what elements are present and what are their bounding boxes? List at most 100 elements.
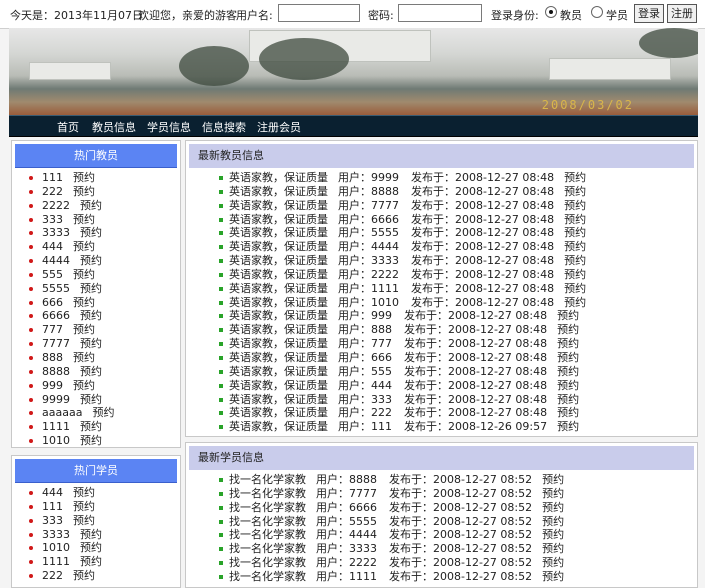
post-title-link[interactable]: 英语家教，保证质量 xyxy=(229,185,328,198)
book-link[interactable]: 预约 xyxy=(564,226,586,239)
book-link[interactable]: 预约 xyxy=(80,420,102,433)
post-title-link[interactable]: 英语家教，保证质量 xyxy=(229,199,328,212)
post-title-link[interactable]: 英语家教，保证质量 xyxy=(229,296,328,309)
book-link[interactable]: 预约 xyxy=(73,171,95,184)
post-title-link[interactable]: 英语家教，保证质量 xyxy=(229,337,328,350)
post-title-link[interactable]: 英语家教，保证质量 xyxy=(229,379,328,392)
post-title-link[interactable]: 英语家教，保证质量 xyxy=(229,323,328,336)
nav-register[interactable]: 注册会员 xyxy=(257,119,301,135)
book-link[interactable]: 预约 xyxy=(73,569,95,582)
book-link[interactable]: 预约 xyxy=(73,213,95,226)
book-link[interactable]: 预约 xyxy=(564,213,586,226)
book-link[interactable]: 预约 xyxy=(80,282,102,295)
nav-teacher-info[interactable]: 教员信息 xyxy=(92,119,136,135)
book-link[interactable]: 预约 xyxy=(73,486,95,499)
hot-teacher-name[interactable]: 3333 xyxy=(42,226,70,239)
hot-teacher-name[interactable]: 888 xyxy=(42,351,63,364)
nav-search[interactable]: 信息搜索 xyxy=(202,119,246,135)
hot-teacher-name[interactable]: 5555 xyxy=(42,282,70,295)
book-link[interactable]: 预约 xyxy=(542,501,564,514)
book-link[interactable]: 预约 xyxy=(564,240,586,253)
post-title-link[interactable]: 找一名化学家教 xyxy=(229,542,306,555)
role-student-radio[interactable] xyxy=(591,6,603,18)
book-link[interactable]: 预约 xyxy=(73,351,95,364)
book-link[interactable]: 预约 xyxy=(557,420,579,433)
hot-student-name[interactable]: 444 xyxy=(42,486,63,499)
book-link[interactable]: 预约 xyxy=(73,379,95,392)
book-link[interactable]: 预约 xyxy=(80,365,102,378)
password-input[interactable] xyxy=(398,4,482,22)
book-link[interactable]: 预约 xyxy=(542,528,564,541)
post-title-link[interactable]: 找一名化学家教 xyxy=(229,570,306,583)
post-title-link[interactable]: 英语家教，保证质量 xyxy=(229,309,328,322)
book-link[interactable]: 预约 xyxy=(80,528,102,541)
book-link[interactable]: 预约 xyxy=(80,541,102,554)
hot-teacher-name[interactable]: 4444 xyxy=(42,254,70,267)
book-link[interactable]: 预约 xyxy=(80,254,102,267)
hot-teacher-name[interactable]: 111 xyxy=(42,171,63,184)
book-link[interactable]: 预约 xyxy=(542,473,564,486)
book-link[interactable]: 预约 xyxy=(80,226,102,239)
post-title-link[interactable]: 找一名化学家教 xyxy=(229,473,306,486)
book-link[interactable]: 预约 xyxy=(80,309,102,322)
book-link[interactable]: 预约 xyxy=(564,171,586,184)
post-title-link[interactable]: 英语家教，保证质量 xyxy=(229,240,328,253)
hot-teacher-name[interactable]: 2222 xyxy=(42,199,70,212)
register-button[interactable]: 注册 xyxy=(667,4,697,23)
book-link[interactable]: 预约 xyxy=(80,337,102,350)
book-link[interactable]: 预约 xyxy=(542,570,564,583)
hot-student-name[interactable]: 111 xyxy=(42,500,63,513)
book-link[interactable]: 预约 xyxy=(80,199,102,212)
post-title-link[interactable]: 英语家教，保证质量 xyxy=(229,406,328,419)
hot-student-name[interactable]: 1111 xyxy=(42,555,70,568)
book-link[interactable]: 预约 xyxy=(557,365,579,378)
nav-home[interactable]: 首页 xyxy=(57,119,79,135)
hot-teacher-name[interactable]: 6666 xyxy=(42,309,70,322)
post-title-link[interactable]: 找一名化学家教 xyxy=(229,487,306,500)
post-title-link[interactable]: 找一名化学家教 xyxy=(229,556,306,569)
book-link[interactable]: 预约 xyxy=(557,309,579,322)
post-title-link[interactable]: 英语家教，保证质量 xyxy=(229,393,328,406)
hot-teacher-name[interactable]: 555 xyxy=(42,268,63,281)
hot-teacher-name[interactable]: aaaaaa xyxy=(42,406,82,419)
post-title-link[interactable]: 英语家教，保证质量 xyxy=(229,171,328,184)
hot-teacher-name[interactable]: 1010 xyxy=(42,434,70,447)
book-link[interactable]: 预约 xyxy=(542,515,564,528)
book-link[interactable]: 预约 xyxy=(542,542,564,555)
hot-teacher-name[interactable]: 9999 xyxy=(42,393,70,406)
login-button[interactable]: 登录 xyxy=(634,4,664,23)
book-link[interactable]: 预约 xyxy=(73,514,95,527)
book-link[interactable]: 预约 xyxy=(564,268,586,281)
post-title-link[interactable]: 找一名化学家教 xyxy=(229,528,306,541)
username-input[interactable] xyxy=(278,4,360,22)
book-link[interactable]: 预约 xyxy=(92,406,114,419)
hot-teacher-name[interactable]: 333 xyxy=(42,213,63,226)
book-link[interactable]: 预约 xyxy=(564,296,586,309)
hot-teacher-name[interactable]: 777 xyxy=(42,323,63,336)
book-link[interactable]: 预约 xyxy=(73,323,95,336)
hot-student-name[interactable]: 1010 xyxy=(42,541,70,554)
post-title-link[interactable]: 英语家教，保证质量 xyxy=(229,365,328,378)
book-link[interactable]: 预约 xyxy=(557,406,579,419)
book-link[interactable]: 预约 xyxy=(73,185,95,198)
book-link[interactable]: 预约 xyxy=(80,555,102,568)
book-link[interactable]: 预约 xyxy=(73,296,95,309)
book-link[interactable]: 预约 xyxy=(557,379,579,392)
post-title-link[interactable]: 英语家教，保证质量 xyxy=(229,254,328,267)
book-link[interactable]: 预约 xyxy=(542,487,564,500)
post-title-link[interactable]: 英语家教，保证质量 xyxy=(229,282,328,295)
hot-student-name[interactable]: 333 xyxy=(42,514,63,527)
post-title-link[interactable]: 英语家教，保证质量 xyxy=(229,213,328,226)
hot-teacher-name[interactable]: 7777 xyxy=(42,337,70,350)
book-link[interactable]: 预约 xyxy=(564,185,586,198)
book-link[interactable]: 预约 xyxy=(557,323,579,336)
book-link[interactable]: 预约 xyxy=(557,393,579,406)
post-title-link[interactable]: 英语家教，保证质量 xyxy=(229,351,328,364)
hot-teacher-name[interactable]: 1111 xyxy=(42,420,70,433)
book-link[interactable]: 预约 xyxy=(73,240,95,253)
hot-teacher-name[interactable]: 999 xyxy=(42,379,63,392)
book-link[interactable]: 预约 xyxy=(564,199,586,212)
post-title-link[interactable]: 英语家教，保证质量 xyxy=(229,268,328,281)
book-link[interactable]: 预约 xyxy=(80,434,102,447)
book-link[interactable]: 预约 xyxy=(73,268,95,281)
